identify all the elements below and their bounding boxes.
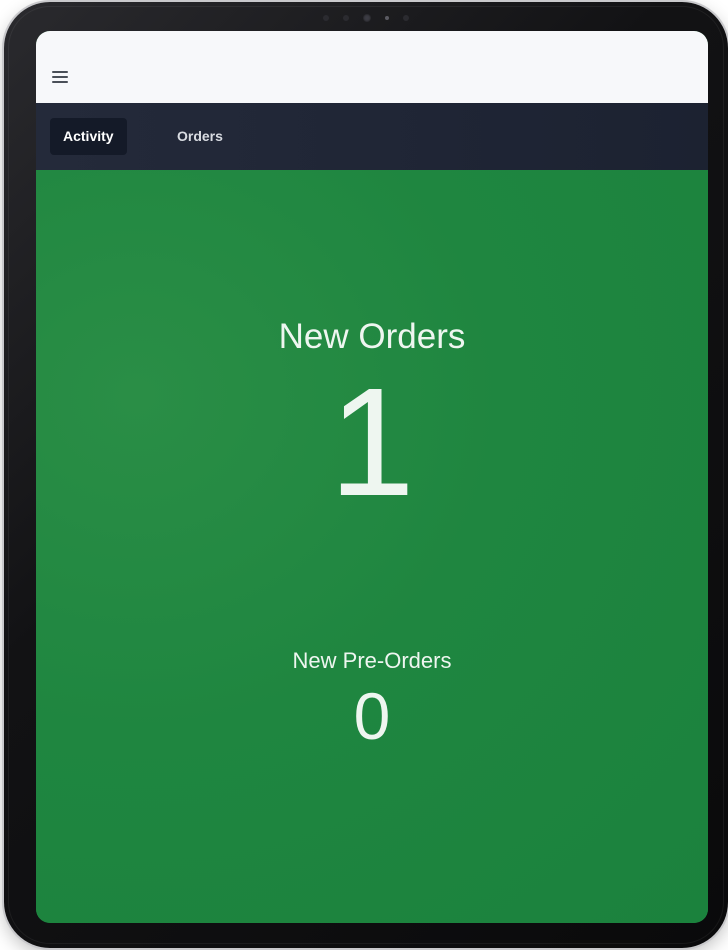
camera-bar [306,10,426,26]
menu-line [52,76,68,78]
sensor-dot [343,15,349,21]
tablet-device-frame: Activity Orders New Orders 1 New Pre-Ord… [4,2,728,948]
new-pre-orders-label: New Pre-Orders [292,648,452,673]
new-orders-count: 1 [329,356,415,528]
app-screen: Activity Orders New Orders 1 New Pre-Ord… [36,31,708,923]
activity-dashboard: New Orders 1 New Pre-Orders 0 [36,170,708,923]
hamburger-menu-icon[interactable] [50,68,72,86]
camera-lens-icon [363,14,371,22]
tab-activity[interactable]: Activity [50,118,127,155]
sensor-dot [323,15,329,21]
top-app-bar [36,31,708,104]
tab-orders[interactable]: Orders [164,118,236,155]
sensor-dot [403,15,409,21]
tab-bar: Activity Orders [36,103,708,170]
new-orders-label: New Orders [278,317,466,356]
menu-line [52,71,68,73]
new-pre-orders-count: 0 [353,679,391,753]
light-sensor-dot [385,16,389,20]
menu-line [52,81,68,83]
